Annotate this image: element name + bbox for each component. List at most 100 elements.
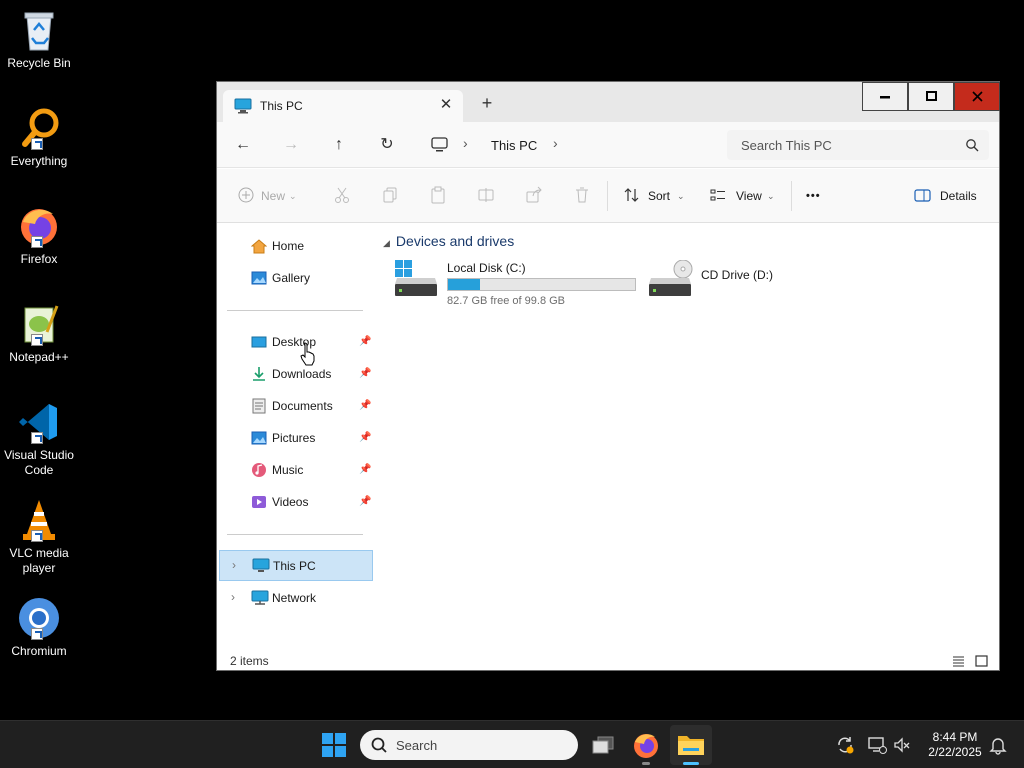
- sidebar-item-this-pc[interactable]: › This PC: [219, 550, 373, 581]
- maximize-button[interactable]: [908, 82, 954, 111]
- sidebar-item-label: Network: [272, 591, 317, 605]
- shortcut-arrow-icon: [31, 138, 43, 150]
- taskbar-search-box[interactable]: Search: [360, 730, 578, 760]
- breadcrumb-separator[interactable]: ›: [463, 135, 468, 151]
- pin-icon[interactable]: 📌: [359, 368, 371, 379]
- sort-button[interactable]: Sort: [648, 186, 670, 206]
- up-button[interactable]: ↑: [325, 132, 353, 158]
- desktop-icon-label: Notepad++: [9, 350, 69, 364]
- close-tab-icon[interactable]: ✕: [436, 95, 456, 115]
- cd-drive-icon: [649, 259, 693, 301]
- chevron-right-icon[interactable]: ›: [232, 558, 236, 572]
- collapse-triangle-icon: ◢: [383, 238, 390, 248]
- close-window-button[interactable]: [954, 82, 1000, 111]
- everything-icon: [17, 106, 61, 150]
- sidebar-item-pictures[interactable]: Pictures 📌: [219, 423, 373, 453]
- desktop-icon-vscode[interactable]: Visual Studio Code: [0, 400, 78, 478]
- sidebar-item-network[interactable]: › Network: [219, 583, 373, 613]
- new-icon: [237, 186, 257, 206]
- sidebar-item-music[interactable]: Music 📌: [219, 455, 373, 485]
- share-icon[interactable]: [525, 186, 545, 206]
- taskbar-search-placeholder: Search: [396, 738, 438, 753]
- shortcut-arrow-icon: [31, 628, 43, 640]
- search-box[interactable]: Search This PC: [727, 130, 989, 160]
- copy-icon[interactable]: [381, 186, 401, 206]
- volume-muted-icon[interactable]: [892, 735, 912, 755]
- tab-this-pc[interactable]: This PC ✕: [223, 90, 463, 122]
- content-pane: ◢ Devices and drives Local Disk (C:) 82.7…: [375, 224, 999, 654]
- navigation-pane: Home Gallery Desktop 📌 Downloads 📌 Docum…: [217, 224, 375, 654]
- sidebar-item-label: This PC: [273, 559, 316, 573]
- paste-icon[interactable]: [429, 186, 449, 206]
- pin-icon[interactable]: 📌: [359, 496, 371, 507]
- pin-icon[interactable]: 📌: [359, 464, 371, 475]
- taskbar: Search 8:44 PM 2/22/2025: [0, 720, 1024, 768]
- shortcut-arrow-icon: [31, 432, 43, 444]
- videos-icon: [251, 494, 267, 510]
- sidebar-item-downloads[interactable]: Downloads 📌: [219, 359, 373, 389]
- download-icon: [251, 366, 267, 382]
- pin-icon[interactable]: 📌: [359, 400, 371, 411]
- cut-icon[interactable]: [333, 186, 353, 206]
- group-header-devices-and-drives[interactable]: ◢ Devices and drives: [383, 233, 514, 249]
- desktop-icon-notepad-plus-plus[interactable]: Notepad++: [0, 302, 78, 365]
- desktop-icon-firefox[interactable]: Firefox: [0, 204, 78, 267]
- desktop-icon-vlc[interactable]: VLC media player: [0, 498, 78, 576]
- file-explorer-icon[interactable]: [677, 731, 705, 759]
- forward-button[interactable]: →: [277, 132, 305, 158]
- breadcrumb-this-pc[interactable]: This PC: [491, 138, 537, 153]
- sidebar-item-videos[interactable]: Videos 📌: [219, 487, 373, 517]
- new-tab-button[interactable]: +: [477, 93, 497, 113]
- sidebar-item-label: Pictures: [272, 431, 316, 445]
- view-toggle: [951, 654, 991, 671]
- breadcrumb-separator[interactable]: ›: [553, 135, 558, 151]
- sidebar-item-documents[interactable]: Documents 📌: [219, 391, 373, 421]
- drive-item-cd-drive-d[interactable]: CD Drive (D:): [649, 256, 799, 302]
- rename-icon[interactable]: [477, 186, 497, 206]
- minimize-button[interactable]: [862, 82, 908, 111]
- delete-icon[interactable]: [573, 186, 593, 206]
- search-icon: [370, 736, 388, 757]
- desktop-icon-recycle-bin[interactable]: Recycle Bin: [0, 8, 78, 71]
- title-bar: This PC ✕ +: [217, 82, 1000, 122]
- tab-title: This PC: [260, 99, 303, 113]
- update-icon[interactable]: [835, 735, 855, 755]
- new-button[interactable]: New: [261, 186, 285, 206]
- home-icon: [250, 238, 268, 254]
- running-indicator: [642, 762, 650, 765]
- back-button[interactable]: ←: [229, 132, 257, 158]
- more-options-button[interactable]: •••: [806, 186, 821, 206]
- windows-logo-icon: [322, 733, 346, 757]
- sidebar-divider: [227, 534, 363, 535]
- maximize-icon: [926, 91, 937, 101]
- notification-bell-icon[interactable]: [988, 735, 1008, 755]
- desktop-icon-chromium[interactable]: Chromium: [0, 596, 78, 659]
- details-button[interactable]: Details: [940, 186, 977, 206]
- refresh-button[interactable]: ↻: [373, 132, 401, 158]
- task-view-icon[interactable]: [590, 731, 618, 759]
- address-bar[interactable]: › This PC ›: [423, 132, 719, 158]
- sidebar-item-desktop[interactable]: Desktop 📌: [219, 327, 373, 357]
- chevron-right-icon[interactable]: ›: [231, 590, 235, 604]
- sidebar-item-gallery[interactable]: Gallery: [219, 263, 373, 293]
- desktop-folder-icon: [251, 334, 267, 350]
- taskbar-firefox-icon[interactable]: [632, 731, 660, 759]
- pin-icon[interactable]: 📌: [359, 432, 371, 443]
- chevron-down-icon: ⌄: [289, 191, 297, 201]
- system-clock[interactable]: 8:44 PM 2/22/2025: [918, 730, 992, 760]
- pictures-icon: [251, 430, 267, 446]
- start-button[interactable]: [322, 733, 346, 760]
- view-button[interactable]: View: [736, 186, 762, 206]
- network-status-icon[interactable]: [867, 735, 887, 755]
- desktop-icon-everything[interactable]: Everything: [0, 106, 78, 169]
- shortcut-arrow-icon: [31, 236, 43, 248]
- clock-time: 8:44 PM: [932, 730, 978, 744]
- pin-icon[interactable]: 📌: [359, 336, 371, 347]
- chevron-down-icon: ⌄: [677, 191, 685, 201]
- desktop-icon-label: VLC media player: [9, 546, 69, 575]
- drive-item-local-disk-c[interactable]: Local Disk (C:) 82.7 GB free of 99.8 GB: [395, 256, 641, 307]
- sidebar-item-home[interactable]: Home: [219, 231, 373, 261]
- drive-usage-fill: [448, 279, 480, 290]
- hard-drive-icon: [395, 260, 439, 301]
- this-pc-icon: [234, 98, 252, 117]
